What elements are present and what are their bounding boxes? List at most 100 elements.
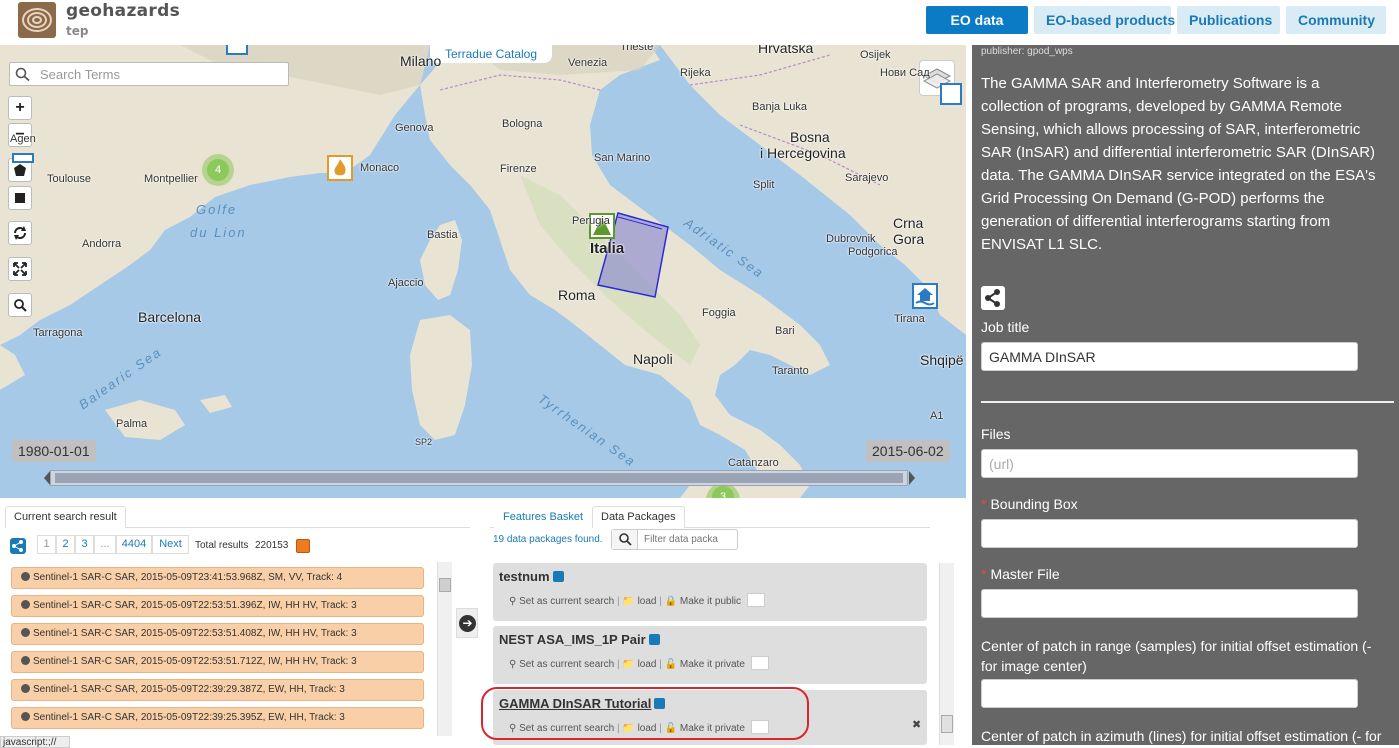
share-service-button[interactable] — [981, 286, 1005, 310]
filter-box[interactable] — [611, 529, 738, 550]
page-2[interactable]: 2 — [56, 535, 75, 554]
label-trieste: Trieste — [620, 45, 654, 53]
magnifier-icon: ⚲ — [509, 596, 517, 607]
publisher-text: publisher: gpod_wps — [981, 46, 1073, 57]
result-item[interactable]: Sentinel-1 SAR-C SAR, 2015-05-09T22:39:2… — [11, 679, 424, 701]
required-marker: * — [981, 496, 987, 512]
page-1[interactable]: 1 — [37, 535, 56, 554]
globe-icon — [21, 712, 30, 721]
logo-subtitle: tep — [66, 24, 89, 38]
data-package-item[interactable]: NEST ASA_IMS_1P Pair ⚲ Set as current se… — [493, 626, 927, 684]
geohazards-logo-icon[interactable] — [18, 2, 56, 38]
logo-text[interactable]: geohazards — [66, 1, 180, 21]
packages-scroll-thumb[interactable] — [941, 715, 953, 733]
result-item[interactable]: Sentinel-1 SAR-C SAR, 2015-05-09T22:53:5… — [11, 623, 424, 645]
cluster-marker[interactable]: 4 — [202, 154, 234, 186]
copy-icon[interactable] — [750, 656, 769, 670]
results-scrollbar[interactable] — [437, 562, 452, 736]
flood-marker-right[interactable] — [940, 83, 962, 105]
fullscreen-button[interactable] — [8, 257, 32, 281]
page-last[interactable]: 4404 — [116, 535, 152, 554]
map-search-button[interactable] — [8, 293, 32, 317]
label-monaco: Monaco — [360, 162, 400, 174]
draw-box-button[interactable] — [8, 186, 32, 210]
tab-features-basket[interactable]: Features Basket — [494, 506, 593, 528]
share-icon[interactable] — [648, 634, 660, 645]
master-file-input[interactable] — [981, 589, 1358, 618]
result-item[interactable]: Sentinel-1 SAR-C SAR, 2015-05-09T22:53:5… — [11, 651, 424, 673]
result-item[interactable]: Sentinel-1 SAR-C SAR, 2015-05-09T22:53:5… — [11, 595, 424, 617]
set-as-current-search-link[interactable]: Set as current search — [519, 659, 614, 670]
label-golfe: Golfe — [196, 202, 238, 217]
label-novi-sad: Нови Сад — [880, 67, 930, 79]
delete-package-button[interactable]: ✖ — [912, 718, 921, 731]
nav-eo-data[interactable]: EO data — [926, 6, 1028, 34]
separator: | — [659, 659, 662, 670]
nav-community[interactable]: Community — [1286, 6, 1386, 34]
job-title-input[interactable] — [981, 342, 1358, 371]
label-palma: Palma — [116, 418, 148, 430]
label-napoli: Napoli — [633, 351, 673, 367]
tab-current-search-result[interactable]: Current search result — [5, 506, 126, 528]
magnifier-icon: ⚲ — [509, 659, 517, 670]
label-genova: Genova — [395, 122, 434, 134]
load-link[interactable]: load — [638, 659, 657, 670]
label-roma: Roma — [558, 287, 596, 303]
cluster-count: 4 — [207, 159, 229, 181]
globe-icon — [21, 600, 30, 609]
refresh-button[interactable] — [8, 221, 32, 245]
page-next[interactable]: Next — [152, 535, 189, 554]
timeline-start-date[interactable]: 1980-01-01 — [12, 440, 96, 462]
total-results-label: Total results — [195, 540, 249, 551]
fire-marker[interactable] — [327, 155, 353, 181]
package-title[interactable]: testnum — [499, 569, 550, 584]
transfer-arrow-button[interactable]: ➔ — [456, 608, 478, 638]
bounding-box-label: * Bounding Box — [981, 496, 1078, 512]
map-view[interactable]: Terradue Catalog + − — [0, 45, 966, 498]
total-badge-icon[interactable] — [296, 539, 310, 553]
filter-search-button[interactable] — [612, 530, 638, 549]
label-catanzaro: Catanzaro — [728, 457, 779, 469]
map-search-box[interactable] — [9, 62, 289, 86]
bounding-box-input[interactable] — [981, 519, 1358, 548]
timeline-right-arrow-icon[interactable] — [909, 471, 915, 485]
nav-eo-based-products[interactable]: EO-based products — [1034, 6, 1175, 34]
lock-icon: 🔒 — [664, 596, 678, 607]
label-firenze: Firenze — [500, 163, 537, 175]
zoom-in-button[interactable]: + — [8, 96, 32, 120]
results-scroll-thumb[interactable] — [439, 578, 451, 592]
package-title[interactable]: NEST ASA_IMS_1P Pair — [499, 632, 646, 647]
terradue-catalog-tab[interactable]: Terradue Catalog — [430, 45, 552, 63]
label-shqipe: Shqipë — [920, 352, 964, 368]
label-split: Split — [753, 179, 775, 191]
copy-icon[interactable] — [746, 593, 765, 607]
search-icon — [15, 67, 30, 82]
center-range-input[interactable] — [981, 679, 1358, 708]
result-item[interactable]: Sentinel-1 SAR-C SAR, 2015-05-09T23:41:5… — [11, 567, 424, 589]
set-as-current-search-link[interactable]: Set as current search — [519, 596, 614, 607]
search-input[interactable] — [38, 65, 283, 83]
share-icon[interactable] — [552, 571, 564, 582]
label-podgorica: Podgorica — [848, 246, 898, 258]
filter-data-packages-input[interactable] — [642, 532, 734, 547]
files-input[interactable] — [981, 449, 1358, 478]
flood-marker-left[interactable] — [12, 153, 34, 163]
globe-icon — [21, 684, 30, 693]
make-private-link[interactable]: Make it private — [680, 659, 745, 670]
timeline-range-fill[interactable] — [55, 473, 903, 483]
flood-marker[interactable] — [912, 283, 938, 309]
load-link[interactable]: load — [638, 596, 657, 607]
flood-marker-top[interactable] — [226, 45, 248, 55]
packages-found-text: 19 data packages found. — [493, 534, 603, 545]
packages-scrollbar[interactable] — [939, 563, 954, 745]
timeline-end-date[interactable]: 2015-06-02 — [866, 440, 950, 462]
data-package-item[interactable]: testnum ⚲ Set as current search | 📁 load… — [493, 563, 927, 621]
make-public-link[interactable]: Make it public — [680, 596, 741, 607]
timeline-slider[interactable] — [50, 470, 908, 486]
label-san-marino: San Marino — [594, 152, 651, 164]
result-item[interactable]: Sentinel-1 SAR-C SAR, 2015-05-09T22:39:2… — [11, 707, 424, 729]
tab-data-packages[interactable]: Data Packages — [592, 506, 685, 528]
nav-publications[interactable]: Publications — [1177, 6, 1280, 34]
page-3[interactable]: 3 — [75, 535, 94, 554]
share-results-button[interactable] — [10, 538, 26, 554]
